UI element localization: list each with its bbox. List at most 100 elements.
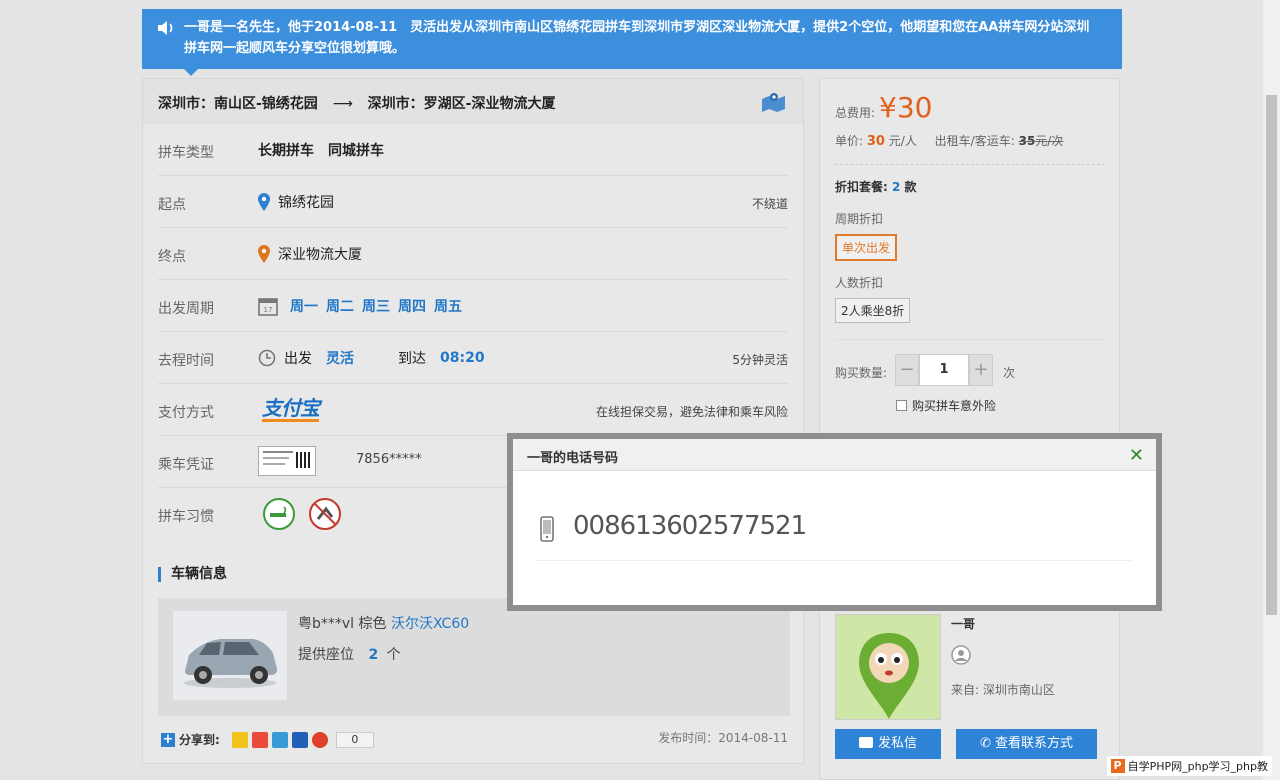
view-contact-button[interactable]: ✆ 查看联系方式 xyxy=(956,729,1097,759)
tencent-weibo-icon[interactable] xyxy=(271,731,288,748)
no-pets-icon xyxy=(309,498,341,530)
watermark-text: 自学PHP网_php学习_php教 xyxy=(1127,760,1268,773)
seats-label: 提供座位 xyxy=(298,647,354,663)
speaker-icon xyxy=(158,21,173,35)
booking-panel: 总费用: ¥30 单价: 30 元/人 出租车/客运车: 35元/次 折扣套餐:… xyxy=(819,78,1120,780)
quantity-increase-button[interactable]: + xyxy=(969,354,993,386)
type-value: 长期拼车 同城拼车 xyxy=(258,143,384,159)
ticket-label: 乘车凭证 xyxy=(158,457,214,473)
row-start: 起点 锦绣花园 不绕道 xyxy=(158,176,788,228)
quantity-unit: 次 xyxy=(1003,366,1016,380)
people-discount-label: 人数折扣 xyxy=(835,276,884,290)
unit-suffix: 元/人 xyxy=(888,134,917,148)
route-arrow: ⟶ xyxy=(332,96,353,112)
cycle-discount-label: 周期折扣 xyxy=(835,212,884,226)
day-fri: 周五 xyxy=(434,299,462,315)
total-label: 总费用: xyxy=(835,106,876,120)
vehicle-model[interactable]: 沃尔沃XC60 xyxy=(391,616,469,632)
taxi-price: 35元/次 xyxy=(1018,134,1064,148)
trip-detail-panel: 深圳市：南山区-锦绣花园 ⟶ 深圳市：罗湖区-深业物流大厦 拼车类型 长期拼车 … xyxy=(142,78,804,764)
payment-note: 在线担保交易，避免法律和乘车风险 xyxy=(595,405,788,419)
scrollbar[interactable] xyxy=(1263,0,1280,780)
dialog-title: 一哥的电话号码 xyxy=(513,439,1156,471)
option-two-people[interactable]: 2人乘坐8折 xyxy=(835,298,911,323)
row-cycle: 出发周期 17 周一 周二 周三 周四 周五 xyxy=(158,280,788,332)
seats-unit: 个 xyxy=(386,647,401,663)
arrive-label: 到达 xyxy=(398,351,426,367)
quantity-decrease-button[interactable]: − xyxy=(895,354,919,386)
share-label: 分享到: xyxy=(179,733,220,747)
qzone-icon[interactable] xyxy=(231,731,248,748)
insurance-checkbox[interactable] xyxy=(896,400,907,411)
cycle-label: 出发周期 xyxy=(158,301,214,317)
alipay-logo: 支付宝 xyxy=(262,396,320,422)
driver-location: 来自: 深圳市南山区 xyxy=(951,683,1055,697)
end-pin-icon xyxy=(258,245,270,263)
end-label: 终点 xyxy=(158,249,186,265)
vehicle-heading: 车辆信息 xyxy=(158,567,227,582)
route-to: 深圳市：罗湖区-深业物流大厦 xyxy=(367,96,556,112)
car-image xyxy=(173,611,287,700)
divider xyxy=(835,164,1105,165)
quantity-input[interactable]: 1 xyxy=(919,354,969,386)
type-label: 拼车类型 xyxy=(158,145,214,161)
scrollbar-thumb[interactable] xyxy=(1266,95,1277,615)
taxi-label: 出租车/客运车: xyxy=(934,134,1015,148)
quantity-label: 购买数量: xyxy=(835,366,888,380)
renren-icon[interactable] xyxy=(291,731,308,748)
discount-label: 折扣套餐: xyxy=(835,180,888,194)
driver-name: 一哥 xyxy=(951,617,976,631)
start-pin-icon xyxy=(258,193,270,211)
day-tue: 周二 xyxy=(326,299,354,315)
start-value: 锦绣花园 xyxy=(278,195,334,211)
ticket-code: 7856***** xyxy=(356,452,422,467)
notice-text: 一哥是一名先生，他于2014-08-11 灵活出发从深圳市南山区锦绣花园拼车到深… xyxy=(184,20,1090,56)
depart-value: 灵活 xyxy=(326,351,354,367)
publish-time: 发布时间：2014-08-11 xyxy=(658,731,788,745)
close-icon[interactable]: ✕ xyxy=(1129,445,1144,466)
more-share-icon[interactable] xyxy=(311,731,328,748)
habit-label: 拼车习惯 xyxy=(158,509,214,525)
arrive-value: 08:20 xyxy=(440,350,485,366)
route-header: 深圳市：南山区-锦绣花园 ⟶ 深圳市：罗湖区-深业物流大厦 xyxy=(143,79,803,124)
row-end: 终点 深业物流大厦 xyxy=(158,228,788,280)
vehicle-plate: 粤b***vl 棕色 xyxy=(298,616,387,632)
share-plus-icon[interactable]: + xyxy=(161,732,175,747)
option-single-trip[interactable]: 单次出发 xyxy=(835,234,898,261)
mobile-phone-icon xyxy=(540,516,554,542)
watermark: P 自学PHP网_php学习_php教 xyxy=(1106,756,1272,776)
map-icon[interactable] xyxy=(761,91,787,113)
no-smoking-icon xyxy=(263,498,295,530)
avatar xyxy=(835,614,941,720)
ticket-thumbnail[interactable] xyxy=(258,446,316,476)
divider xyxy=(537,560,1132,561)
row-time: 去程时间 出发 灵活 到达 08:20 5分钟灵活 xyxy=(158,332,788,384)
clock-icon xyxy=(258,349,276,367)
phone-icon: ✆ xyxy=(980,736,991,751)
flex-note: 5分钟灵活 xyxy=(732,353,788,367)
row-type: 拼车类型 长期拼车 同城拼车 xyxy=(158,124,788,176)
send-message-button[interactable]: 发私信 xyxy=(835,729,941,759)
unit-label: 单价: xyxy=(835,134,864,148)
svg-text:17: 17 xyxy=(264,306,273,314)
message-icon xyxy=(858,737,873,748)
discount-count: 2 xyxy=(892,180,901,194)
end-value: 深业物流大厦 xyxy=(278,247,362,263)
seats-value: 2 xyxy=(368,647,379,663)
insurance-label: 购买拼车意外险 xyxy=(912,399,997,413)
vehicle-card: 粤b***vl 棕色 沃尔沃XC60 提供座位 2 个 xyxy=(158,598,790,716)
weibo-icon[interactable] xyxy=(251,731,268,748)
depart-label: 出发 xyxy=(284,351,312,367)
share-bar: + 分享到: 0 xyxy=(161,731,374,748)
route-from: 深圳市：南山区-锦绣花园 xyxy=(158,96,318,112)
row-payment: 支付方式 支付宝 在线担保交易，避免法律和乘车风险 xyxy=(158,384,788,436)
notice-pointer xyxy=(184,69,198,76)
unit-price: 30 xyxy=(866,134,885,149)
notice-banner: 一哥是一名先生，他于2014-08-11 灵活出发从深圳市南山区锦绣花园拼车到深… xyxy=(142,9,1122,76)
calendar-icon: 17 xyxy=(258,298,278,316)
day-mon: 周一 xyxy=(290,299,318,315)
phone-number: 008613602577521 xyxy=(573,511,807,541)
payment-label: 支付方式 xyxy=(158,405,214,421)
discount-unit: 款 xyxy=(904,180,917,194)
day-wed: 周三 xyxy=(362,299,390,315)
